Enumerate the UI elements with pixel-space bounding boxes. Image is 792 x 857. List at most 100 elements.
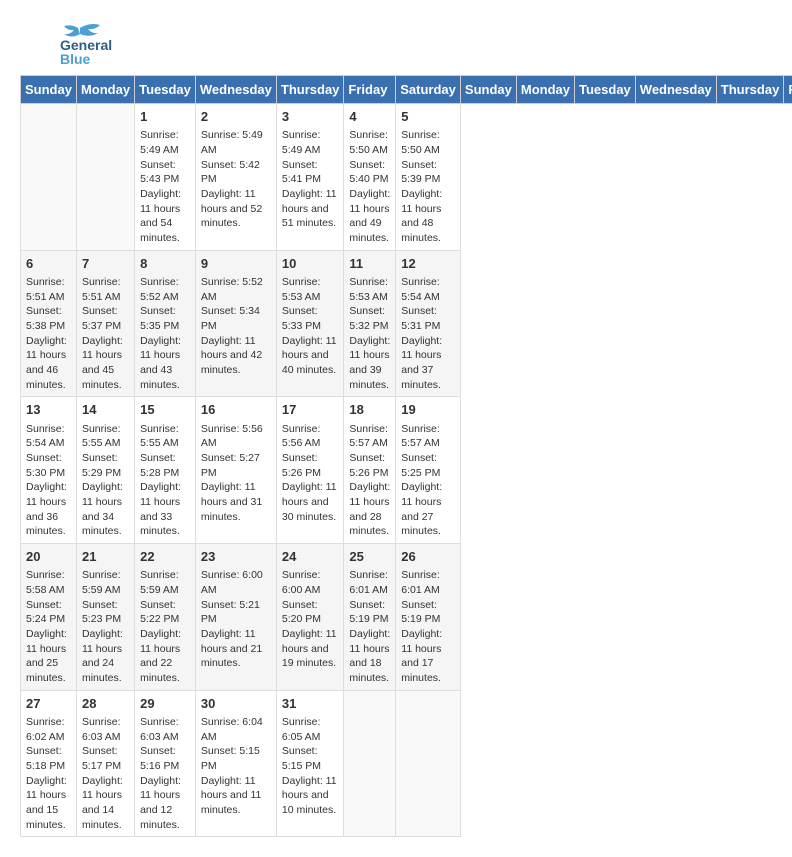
- day-number: 19: [401, 401, 455, 419]
- sunrise-time: Sunrise: 5:51 AM: [82, 275, 129, 304]
- daylight-hours: Daylight: 11 hours and 12 minutes.: [140, 774, 190, 833]
- sunrise-time: Sunrise: 5:59 AM: [140, 568, 190, 597]
- calendar-cell: 19Sunrise: 5:57 AMSunset: 5:25 PMDayligh…: [396, 397, 461, 544]
- daylight-hours: Daylight: 11 hours and 18 minutes.: [349, 627, 390, 686]
- calendar-cell: 6Sunrise: 5:51 AMSunset: 5:38 PMDaylight…: [21, 250, 77, 397]
- calendar-cell: 31Sunrise: 6:05 AMSunset: 5:15 PMDayligh…: [276, 690, 344, 837]
- daylight-hours: Daylight: 11 hours and 22 minutes.: [140, 627, 190, 686]
- sunrise-time: Sunrise: 5:49 AM: [201, 128, 271, 157]
- sunrise-time: Sunrise: 6:01 AM: [401, 568, 455, 597]
- sunset-time: Sunset: 5:15 PM: [282, 744, 339, 773]
- sunrise-time: Sunrise: 5:56 AM: [201, 422, 271, 451]
- day-number: 14: [82, 401, 129, 419]
- calendar-cell: 10Sunrise: 5:53 AMSunset: 5:33 PMDayligh…: [276, 250, 344, 397]
- weekday-header: Wednesday: [195, 76, 276, 104]
- day-number: 27: [26, 695, 71, 713]
- calendar-week-row: 20Sunrise: 5:58 AMSunset: 5:24 PMDayligh…: [21, 544, 792, 691]
- sunrise-time: Sunrise: 6:02 AM: [26, 715, 71, 744]
- day-number: 8: [140, 255, 190, 273]
- sunset-time: Sunset: 5:19 PM: [349, 598, 390, 627]
- day-number: 24: [282, 548, 339, 566]
- sunset-time: Sunset: 5:42 PM: [201, 158, 271, 187]
- sunset-time: Sunset: 5:26 PM: [349, 451, 390, 480]
- sunrise-time: Sunrise: 5:57 AM: [401, 422, 455, 451]
- daylight-hours: Daylight: 11 hours and 21 minutes.: [201, 627, 271, 671]
- sunrise-time: Sunrise: 6:01 AM: [349, 568, 390, 597]
- weekday-header: Thursday: [716, 76, 784, 104]
- sunrise-time: Sunrise: 5:54 AM: [401, 275, 455, 304]
- sunset-time: Sunset: 5:20 PM: [282, 598, 339, 627]
- calendar-cell: 3Sunrise: 5:49 AMSunset: 5:41 PMDaylight…: [276, 104, 344, 251]
- sunrise-time: Sunrise: 5:58 AM: [26, 568, 71, 597]
- sunrise-time: Sunrise: 5:52 AM: [140, 275, 190, 304]
- calendar-cell: 20Sunrise: 5:58 AMSunset: 5:24 PMDayligh…: [21, 544, 77, 691]
- sunset-time: Sunset: 5:32 PM: [349, 304, 390, 333]
- calendar-cell: 24Sunrise: 6:00 AMSunset: 5:20 PMDayligh…: [276, 544, 344, 691]
- calendar-week-row: 1Sunrise: 5:49 AMSunset: 5:43 PMDaylight…: [21, 104, 792, 251]
- calendar-cell: 11Sunrise: 5:53 AMSunset: 5:32 PMDayligh…: [344, 250, 396, 397]
- sunrise-time: Sunrise: 5:54 AM: [26, 422, 71, 451]
- sunrise-time: Sunrise: 5:50 AM: [401, 128, 455, 157]
- page-header: General Blue: [20, 20, 772, 65]
- sunset-time: Sunset: 5:21 PM: [201, 598, 271, 627]
- sunset-time: Sunset: 5:40 PM: [349, 158, 390, 187]
- calendar-cell: 4Sunrise: 5:50 AMSunset: 5:40 PMDaylight…: [344, 104, 396, 251]
- sunrise-time: Sunrise: 5:55 AM: [140, 422, 190, 451]
- day-number: 29: [140, 695, 190, 713]
- daylight-hours: Daylight: 11 hours and 25 minutes.: [26, 627, 71, 686]
- sunrise-time: Sunrise: 6:03 AM: [140, 715, 190, 744]
- daylight-hours: Daylight: 11 hours and 54 minutes.: [140, 187, 190, 246]
- daylight-hours: Daylight: 11 hours and 11 minutes.: [201, 774, 271, 818]
- sunset-time: Sunset: 5:16 PM: [140, 744, 190, 773]
- sunrise-time: Sunrise: 5:57 AM: [349, 422, 390, 451]
- calendar-cell: 15Sunrise: 5:55 AMSunset: 5:28 PMDayligh…: [135, 397, 196, 544]
- calendar-cell: 1Sunrise: 5:49 AMSunset: 5:43 PMDaylight…: [135, 104, 196, 251]
- daylight-hours: Daylight: 11 hours and 10 minutes.: [282, 774, 339, 818]
- calendar-cell: 9Sunrise: 5:52 AMSunset: 5:34 PMDaylight…: [195, 250, 276, 397]
- day-number: 22: [140, 548, 190, 566]
- daylight-hours: Daylight: 11 hours and 28 minutes.: [349, 480, 390, 539]
- sunrise-time: Sunrise: 6:04 AM: [201, 715, 271, 744]
- day-number: 2: [201, 108, 271, 126]
- day-number: 15: [140, 401, 190, 419]
- calendar-cell: 18Sunrise: 5:57 AMSunset: 5:26 PMDayligh…: [344, 397, 396, 544]
- calendar-cell: 26Sunrise: 6:01 AMSunset: 5:19 PMDayligh…: [396, 544, 461, 691]
- sunrise-time: Sunrise: 5:59 AM: [82, 568, 129, 597]
- day-number: 10: [282, 255, 339, 273]
- daylight-hours: Daylight: 11 hours and 48 minutes.: [401, 187, 455, 246]
- sunrise-time: Sunrise: 5:56 AM: [282, 422, 339, 451]
- sunrise-time: Sunrise: 5:53 AM: [282, 275, 339, 304]
- sunrise-time: Sunrise: 5:51 AM: [26, 275, 71, 304]
- weekday-header: Wednesday: [635, 76, 716, 104]
- sunset-time: Sunset: 5:17 PM: [82, 744, 129, 773]
- daylight-hours: Daylight: 11 hours and 24 minutes.: [82, 627, 129, 686]
- sunrise-time: Sunrise: 5:49 AM: [140, 128, 190, 157]
- sunset-time: Sunset: 5:22 PM: [140, 598, 190, 627]
- svg-text:Blue: Blue: [60, 51, 91, 65]
- weekday-header: Friday: [344, 76, 396, 104]
- weekday-header: Tuesday: [135, 76, 196, 104]
- daylight-hours: Daylight: 11 hours and 36 minutes.: [26, 480, 71, 539]
- sunset-time: Sunset: 5:23 PM: [82, 598, 129, 627]
- sunset-time: Sunset: 5:24 PM: [26, 598, 71, 627]
- daylight-hours: Daylight: 11 hours and 31 minutes.: [201, 480, 271, 524]
- sunset-time: Sunset: 5:43 PM: [140, 158, 190, 187]
- sunset-time: Sunset: 5:26 PM: [282, 451, 339, 480]
- daylight-hours: Daylight: 11 hours and 17 minutes.: [401, 627, 455, 686]
- daylight-hours: Daylight: 11 hours and 45 minutes.: [82, 334, 129, 393]
- daylight-hours: Daylight: 11 hours and 30 minutes.: [282, 480, 339, 524]
- day-number: 26: [401, 548, 455, 566]
- calendar-cell: [21, 104, 77, 251]
- weekday-header: Tuesday: [575, 76, 636, 104]
- daylight-hours: Daylight: 11 hours and 52 minutes.: [201, 187, 271, 231]
- sunrise-time: Sunrise: 6:05 AM: [282, 715, 339, 744]
- day-number: 21: [82, 548, 129, 566]
- day-number: 13: [26, 401, 71, 419]
- daylight-hours: Daylight: 11 hours and 14 minutes.: [82, 774, 129, 833]
- daylight-hours: Daylight: 11 hours and 15 minutes.: [26, 774, 71, 833]
- day-number: 30: [201, 695, 271, 713]
- sunset-time: Sunset: 5:28 PM: [140, 451, 190, 480]
- day-number: 3: [282, 108, 339, 126]
- day-number: 6: [26, 255, 71, 273]
- weekday-header: Monday: [516, 76, 574, 104]
